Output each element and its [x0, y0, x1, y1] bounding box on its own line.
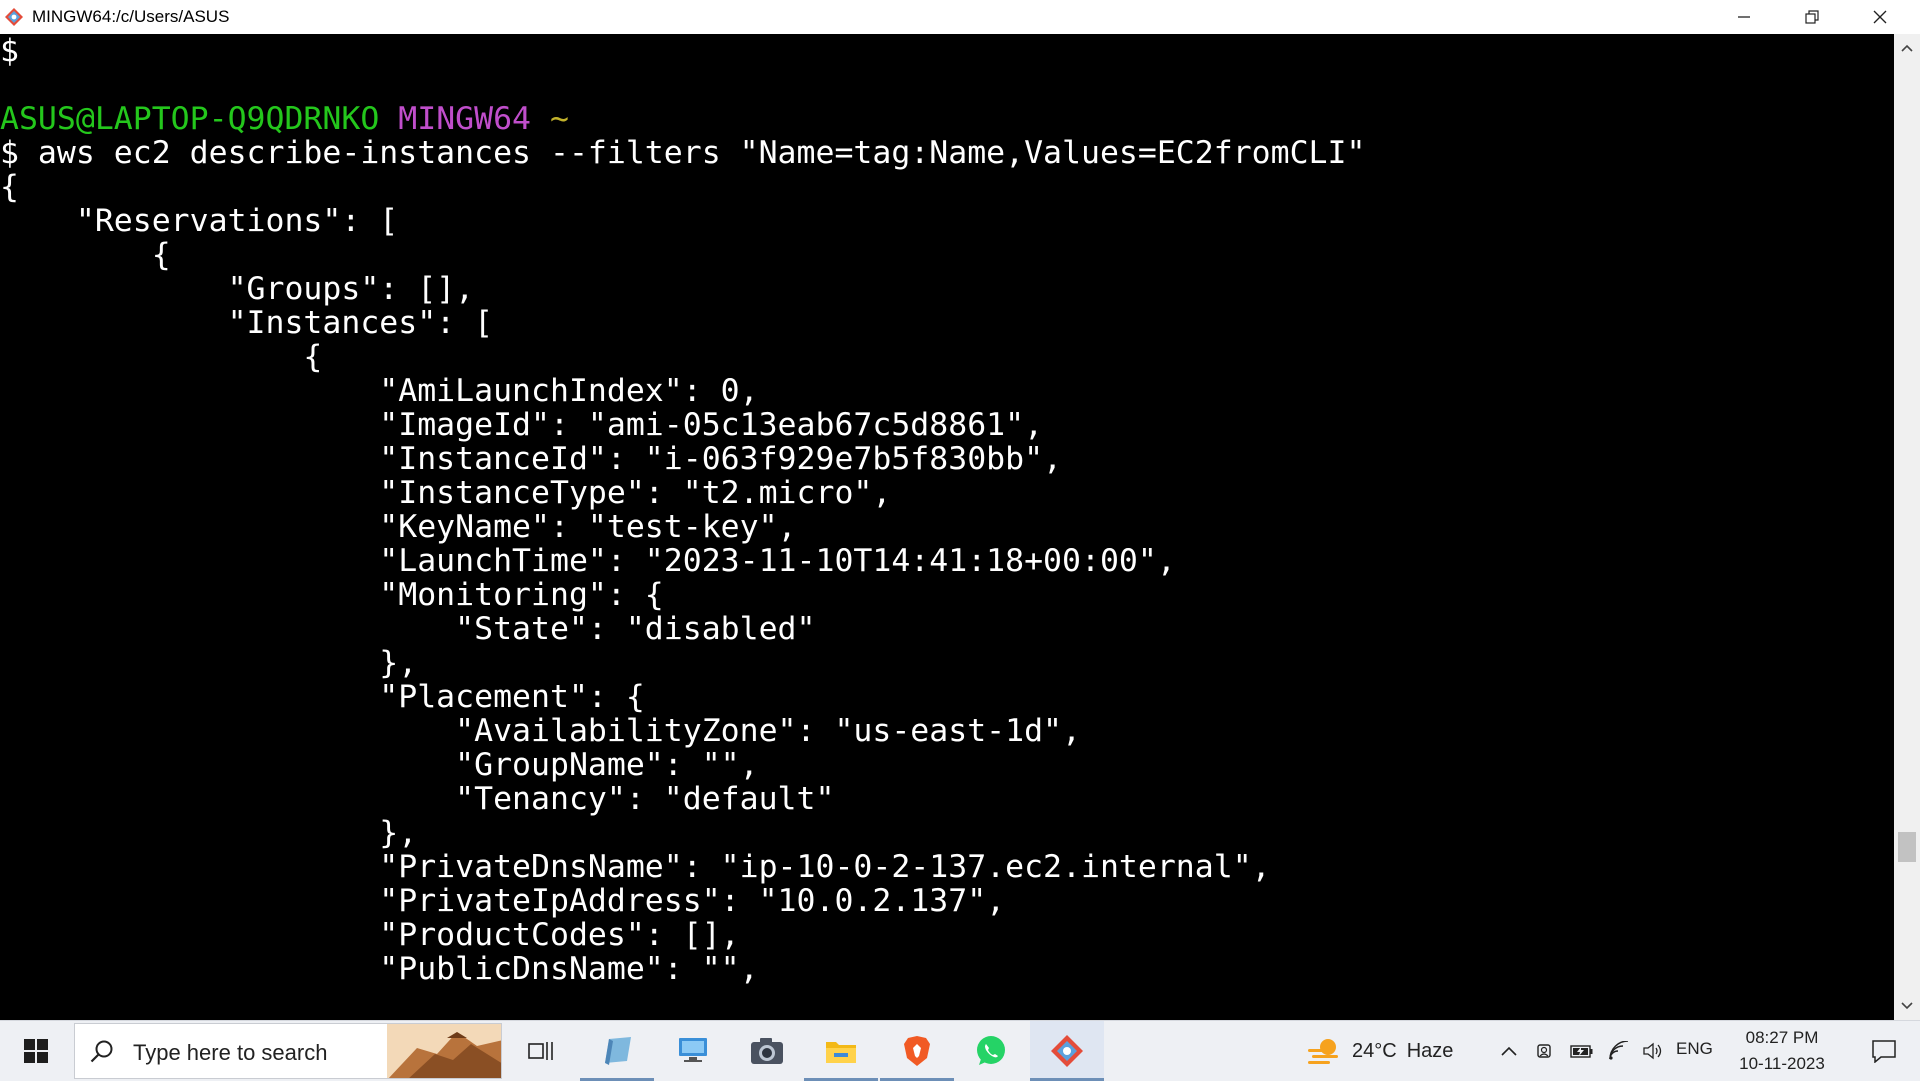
volume-icon — [1643, 1042, 1662, 1060]
clock-time[interactable]: 08:27 PM — [1744, 1028, 1820, 1048]
taskbar-search-box[interactable]: Type here to search — [74, 1023, 502, 1079]
chevron-up-icon — [1501, 1046, 1517, 1056]
restore-button[interactable] — [1778, 0, 1846, 34]
git-bash-icon — [5, 8, 23, 26]
terminal-line: "KeyName": "test-key", — [0, 509, 797, 545]
minimize-button[interactable] — [1710, 0, 1778, 34]
windows-logo-icon — [24, 1039, 48, 1063]
notification-center-button[interactable] — [1848, 1021, 1920, 1081]
scroll-thumb[interactable] — [1898, 832, 1916, 862]
whatsapp-icon — [977, 1036, 1005, 1065]
title-bar: MINGW64:/c/Users/ASUS — [0, 0, 1920, 34]
start-button[interactable] — [0, 1021, 72, 1081]
close-icon — [1873, 10, 1887, 24]
terminal-line: "State": "disabled" — [0, 611, 816, 647]
terminal-line: "Reservations": [ — [0, 203, 399, 239]
terminal-output[interactable]: $ ASUS@LAPTOP-Q9QDRNKO MINGW64 ~ $ aws e… — [0, 34, 1894, 1020]
terminal-line: { — [0, 339, 323, 375]
taskbar-app-camera[interactable] — [730, 1021, 804, 1081]
terminal-line: "Groups": [], — [0, 271, 475, 307]
scroll-down-button[interactable] — [1894, 992, 1920, 1020]
taskbar-app-git-bash[interactable] — [1030, 1021, 1104, 1081]
terminal-line: }, — [0, 815, 418, 851]
brave-browser-icon — [904, 1036, 930, 1066]
search-icon — [90, 1040, 113, 1063]
scroll-up-button[interactable] — [1894, 34, 1920, 62]
terminal-line: "InstanceType": "t2.micro", — [0, 475, 892, 511]
terminal-line: "ImageId": "ami-05c13eab67c5d8861", — [0, 407, 1044, 443]
restore-icon — [1805, 10, 1819, 24]
terminal-line: }, — [0, 645, 418, 681]
file-explorer-icon — [826, 1042, 856, 1063]
prompt-user-host: ASUS@LAPTOP-Q9QDRNKO — [0, 101, 380, 137]
wifi-icon — [1609, 1041, 1629, 1060]
window-title: MINGW64:/c/Users/ASUS — [32, 7, 230, 26]
terminal-line: "LaunchTime": "2023-11-10T14:41:18+00:00… — [0, 543, 1176, 579]
close-button[interactable] — [1846, 0, 1914, 34]
terminal-line: $ — [0, 34, 19, 69]
taskbar-app-brave[interactable] — [880, 1021, 954, 1081]
terminal-line: "PrivateIpAddress": "10.0.2.137", — [0, 883, 1006, 919]
terminal-line: { — [0, 169, 19, 205]
input-language-indicator[interactable]: ENG — [1676, 1039, 1713, 1059]
taskbar-app-whatsapp[interactable] — [954, 1021, 1028, 1081]
terminal-line: "Tenancy": "default" — [0, 781, 835, 817]
weather-condition: Haze — [1406, 1039, 1454, 1062]
prompt-path: ~ — [550, 101, 569, 137]
notification-icon — [1872, 1040, 1896, 1063]
prompt-shell: MINGW64 — [398, 101, 532, 137]
taskbar-app-file-explorer[interactable] — [804, 1021, 878, 1081]
show-hidden-icons-button[interactable] — [1494, 1021, 1524, 1081]
minimize-icon — [1738, 16, 1750, 18]
terminal-line: "Monitoring": { — [0, 577, 664, 613]
search-placeholder: Type here to search — [133, 1040, 328, 1065]
battery-charging-icon — [1570, 1045, 1593, 1058]
weather-widget[interactable]: 24°C Haze — [1306, 1021, 1453, 1081]
haze-weather-icon — [1308, 1039, 1338, 1064]
chevron-up-icon — [1901, 44, 1913, 52]
terminal-line: "PrivateDnsName": "ip-10-0-2-137.ec2.int… — [0, 849, 1271, 885]
terminal-line: "PublicDnsName": "", — [0, 951, 759, 987]
terminal-line: "AmiLaunchIndex": 0, — [0, 373, 759, 409]
taskbar: Type here to search 24°C Haze ENG 08:27 … — [0, 1020, 1920, 1081]
taskbar-app-computer[interactable] — [656, 1021, 730, 1081]
taskbar-app-notepad[interactable] — [580, 1021, 654, 1081]
vertical-scrollbar[interactable] — [1894, 34, 1920, 1020]
notepad-icon — [605, 1037, 631, 1065]
terminal-line: "ProductCodes": [], — [0, 917, 740, 953]
camera-icon — [751, 1038, 783, 1064]
computer-icon — [679, 1038, 707, 1062]
terminal-line: "Placement": { — [0, 679, 645, 715]
tray-volume[interactable] — [1638, 1021, 1668, 1081]
task-view-icon — [528, 1042, 553, 1060]
tray-meet-now[interactable] — [1530, 1021, 1560, 1081]
meet-now-icon — [1537, 1044, 1551, 1058]
chevron-down-icon — [1901, 1002, 1913, 1010]
prompt-line: ASUS@LAPTOP-Q9QDRNKO MINGW64 ~ — [0, 102, 569, 136]
taskbar-task-view[interactable] — [504, 1021, 578, 1081]
git-bash-icon — [1051, 1035, 1083, 1067]
weather-temperature: 24°C — [1352, 1039, 1397, 1062]
command-line: $ aws ec2 describe-instances --filters "… — [0, 135, 1366, 171]
clock-date[interactable]: 10-11-2023 — [1733, 1054, 1831, 1074]
terminal-line: "InstanceId": "i-063f929e7b5f830bb", — [0, 441, 1063, 477]
tray-wifi[interactable] — [1604, 1021, 1634, 1081]
terminal-line: { — [0, 237, 171, 273]
tray-battery[interactable] — [1566, 1021, 1598, 1081]
search-highlight-image — [387, 1024, 501, 1078]
terminal-line: "Instances": [ — [0, 305, 494, 341]
terminal-line: "GroupName": "", — [0, 747, 759, 783]
terminal-line: "AvailabilityZone": "us-east-1d", — [0, 713, 1081, 749]
